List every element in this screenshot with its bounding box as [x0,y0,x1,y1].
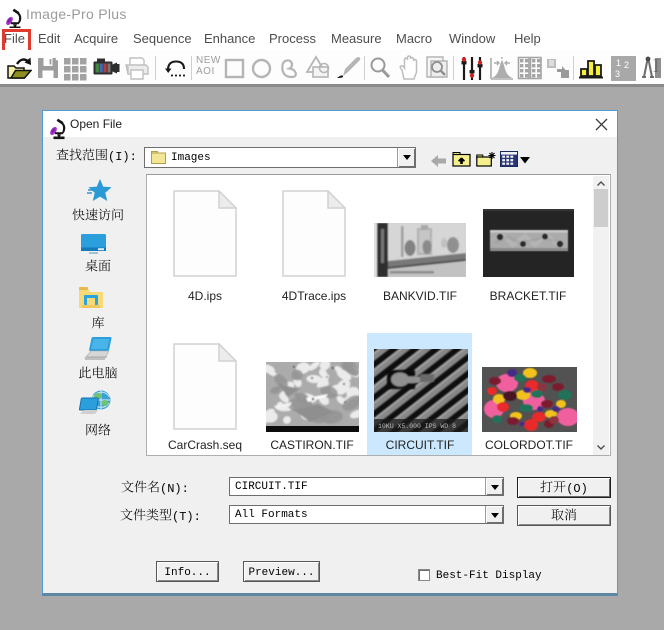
svg-text:10KU X5.000 IPS WD 8: 10KU X5.000 IPS WD 8 [378,423,456,430]
svg-text:3: 3 [615,69,620,79]
svg-text:2: 2 [624,60,629,70]
svg-text:1: 1 [616,58,621,68]
